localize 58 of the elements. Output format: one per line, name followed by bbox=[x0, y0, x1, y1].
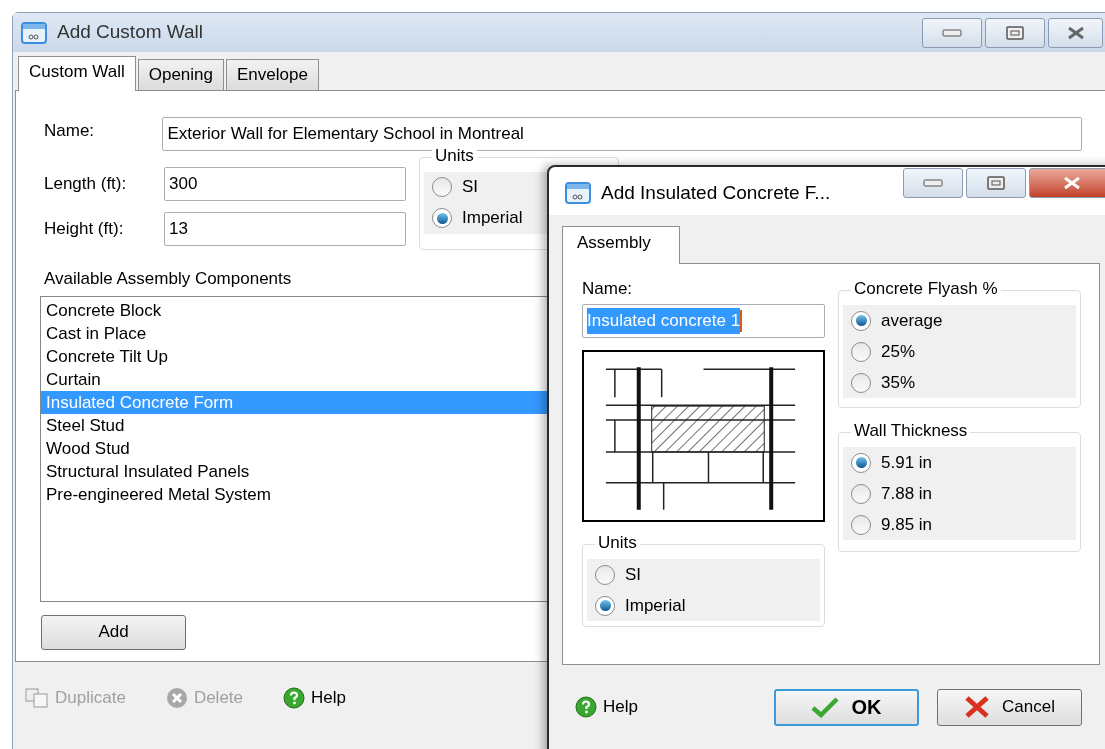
radio-button[interactable] bbox=[851, 452, 871, 473]
radio-button[interactable] bbox=[432, 177, 452, 198]
copy-icon bbox=[25, 687, 49, 708]
window-title: Add Insulated Concrete F... bbox=[601, 181, 831, 205]
radio-label: SI bbox=[625, 563, 642, 586]
maximize-button[interactable] bbox=[966, 168, 1026, 198]
radio-button[interactable] bbox=[851, 372, 871, 393]
cross-icon bbox=[964, 695, 990, 719]
field-label: Height (ft): bbox=[44, 217, 125, 240]
window-icon bbox=[565, 182, 591, 205]
height-field[interactable]: 13 bbox=[164, 211, 406, 246]
tab[interactable]: Envelope bbox=[226, 58, 319, 90]
radio-label: average bbox=[881, 309, 943, 332]
radio-label: 7.88 in bbox=[881, 482, 933, 505]
field-label: Name: bbox=[582, 278, 634, 300]
checkmark-icon bbox=[811, 696, 840, 718]
radio-button[interactable] bbox=[851, 310, 871, 331]
minimize-icon bbox=[942, 28, 962, 37]
radio-button[interactable] bbox=[595, 564, 615, 585]
minimize-icon bbox=[923, 179, 943, 187]
radio-label: 25% bbox=[881, 340, 916, 363]
field-label: Name: bbox=[44, 119, 96, 142]
tab[interactable]: Custom Wall bbox=[18, 55, 136, 91]
minimize-button[interactable] bbox=[903, 168, 963, 198]
maximize-icon bbox=[1006, 25, 1024, 40]
radio-label: 35% bbox=[881, 371, 916, 394]
maximize-icon bbox=[987, 176, 1005, 190]
delete-icon bbox=[165, 686, 188, 709]
radio-button[interactable] bbox=[432, 208, 452, 229]
help-icon bbox=[283, 686, 305, 709]
close-icon bbox=[1065, 25, 1086, 40]
section-label: Available Assembly Components bbox=[44, 267, 292, 290]
close-button[interactable] bbox=[1029, 168, 1105, 198]
tab[interactable]: Assembly bbox=[562, 226, 680, 264]
help-icon bbox=[575, 696, 597, 718]
radio-label: Imperial bbox=[462, 207, 523, 230]
maximize-button[interactable] bbox=[985, 17, 1045, 48]
window-icon bbox=[21, 21, 47, 44]
radio-label: SI bbox=[462, 176, 479, 199]
help-button[interactable]: Help bbox=[283, 684, 346, 711]
tab[interactable]: Opening bbox=[137, 58, 224, 90]
radio-button[interactable] bbox=[851, 341, 871, 362]
cancel-button[interactable]: Cancel bbox=[936, 688, 1082, 726]
radio-button[interactable] bbox=[851, 483, 871, 504]
radio-label: 5.91 in bbox=[881, 451, 933, 474]
close-icon bbox=[1062, 176, 1082, 190]
window-title: Add Custom Wall bbox=[57, 20, 204, 45]
field-label: Length (ft): bbox=[44, 172, 128, 195]
help-button[interactable]: Help bbox=[575, 694, 638, 720]
add-button[interactable]: Add bbox=[41, 614, 186, 650]
minimize-button[interactable] bbox=[922, 17, 982, 48]
radio-label: 9.85 in bbox=[881, 513, 933, 536]
length-field[interactable]: 300 bbox=[164, 166, 406, 201]
close-button[interactable] bbox=[1048, 17, 1103, 48]
radio-button[interactable] bbox=[851, 514, 871, 535]
radio-label: Imperial bbox=[625, 594, 686, 617]
ok-button[interactable]: OK bbox=[773, 688, 919, 726]
radio-button[interactable] bbox=[595, 595, 615, 616]
